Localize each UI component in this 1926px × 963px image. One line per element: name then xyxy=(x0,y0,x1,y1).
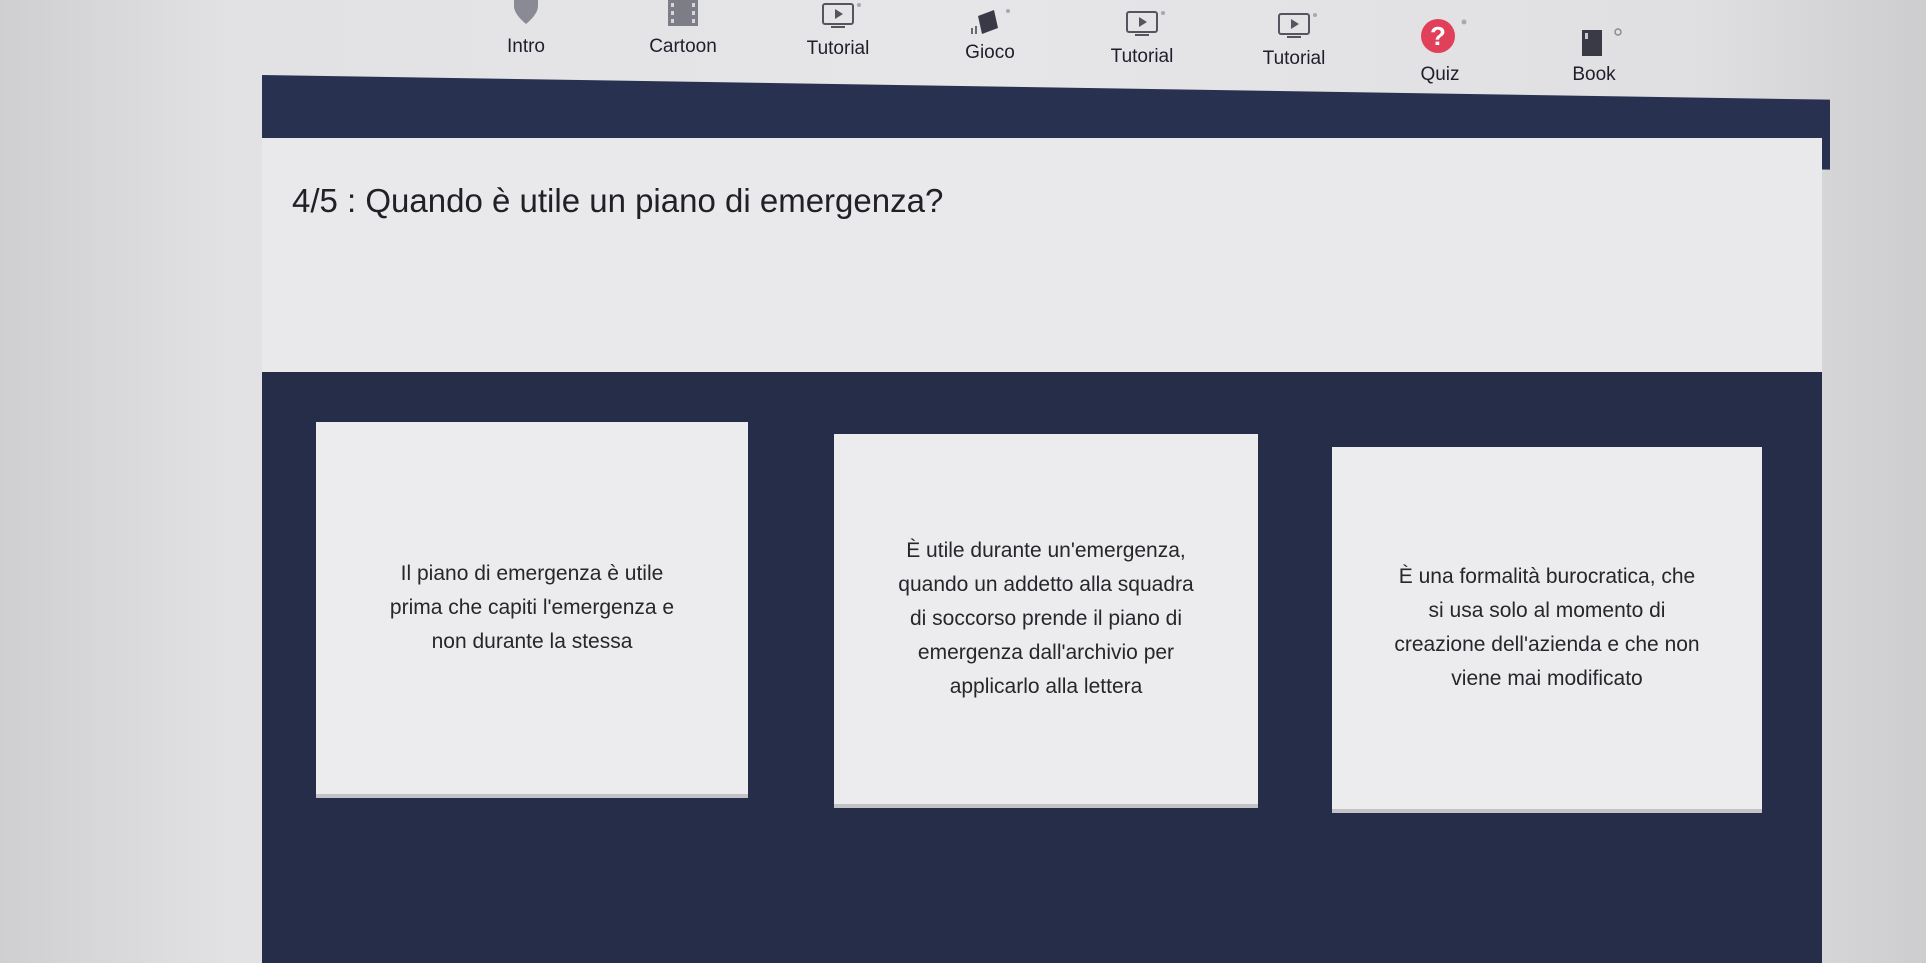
nav-item-tutorial-2[interactable]: Tutorial xyxy=(1082,10,1202,68)
answer-option-3[interactable]: È una formalità burocratica, che si usa … xyxy=(1332,447,1762,809)
nav-label-intro: Intro xyxy=(506,36,546,57)
game-cube-icon xyxy=(960,6,1020,38)
nav-label-book: Book xyxy=(1572,64,1616,85)
nav-item-quiz[interactable]: ? Quiz xyxy=(1380,18,1500,86)
nav-label-tutorial-2: Tutorial xyxy=(1110,46,1174,67)
question-text: 4/5 : Quando è utile un piano di emergen… xyxy=(292,182,944,219)
nav-item-tutorial-1[interactable]: Tutorial xyxy=(778,2,898,60)
nav-item-tutorial-3[interactable]: Tutorial xyxy=(1234,12,1354,70)
svg-text:?: ? xyxy=(1430,21,1446,51)
nav-item-intro[interactable]: Intro xyxy=(466,0,586,58)
answer-option-3-text: È una formalità burocratica, che si usa … xyxy=(1394,564,1700,691)
book-icon xyxy=(1564,28,1624,60)
answer-option-2-text: È utile durante un'emergenza, quando un … xyxy=(898,538,1194,699)
nav-item-cartoon[interactable]: Cartoon xyxy=(623,0,743,58)
nav-label-tutorial-3: Tutorial xyxy=(1262,48,1326,69)
answer-option-2[interactable]: È utile durante un'emergenza, quando un … xyxy=(834,434,1258,804)
monitor-play-icon xyxy=(808,2,868,34)
question-panel: 4/5 : Quando è utile un piano di emergen… xyxy=(262,138,1822,372)
film-strip-icon xyxy=(653,0,713,32)
nav-label-cartoon: Cartoon xyxy=(649,36,717,57)
location-pin-icon xyxy=(496,0,556,32)
monitor-play-icon xyxy=(1264,12,1324,44)
nav-label-gioco: Gioco xyxy=(965,42,1015,63)
question-circle-icon: ? xyxy=(1410,18,1470,53)
monitor-play-icon xyxy=(1112,10,1172,42)
answer-option-1-text: Il piano di emergenza è utile prima che … xyxy=(389,561,675,653)
nav-item-book[interactable]: Book xyxy=(1534,28,1654,86)
nav-label-quiz: Quiz xyxy=(1420,64,1460,85)
nav-label-tutorial-1: Tutorial xyxy=(806,38,870,59)
nav-item-gioco[interactable]: Gioco xyxy=(930,6,1050,64)
answer-option-1[interactable]: Il piano di emergenza è utile prima che … xyxy=(316,422,748,794)
answers-panel: Il piano di emergenza è utile prima che … xyxy=(262,372,1822,963)
